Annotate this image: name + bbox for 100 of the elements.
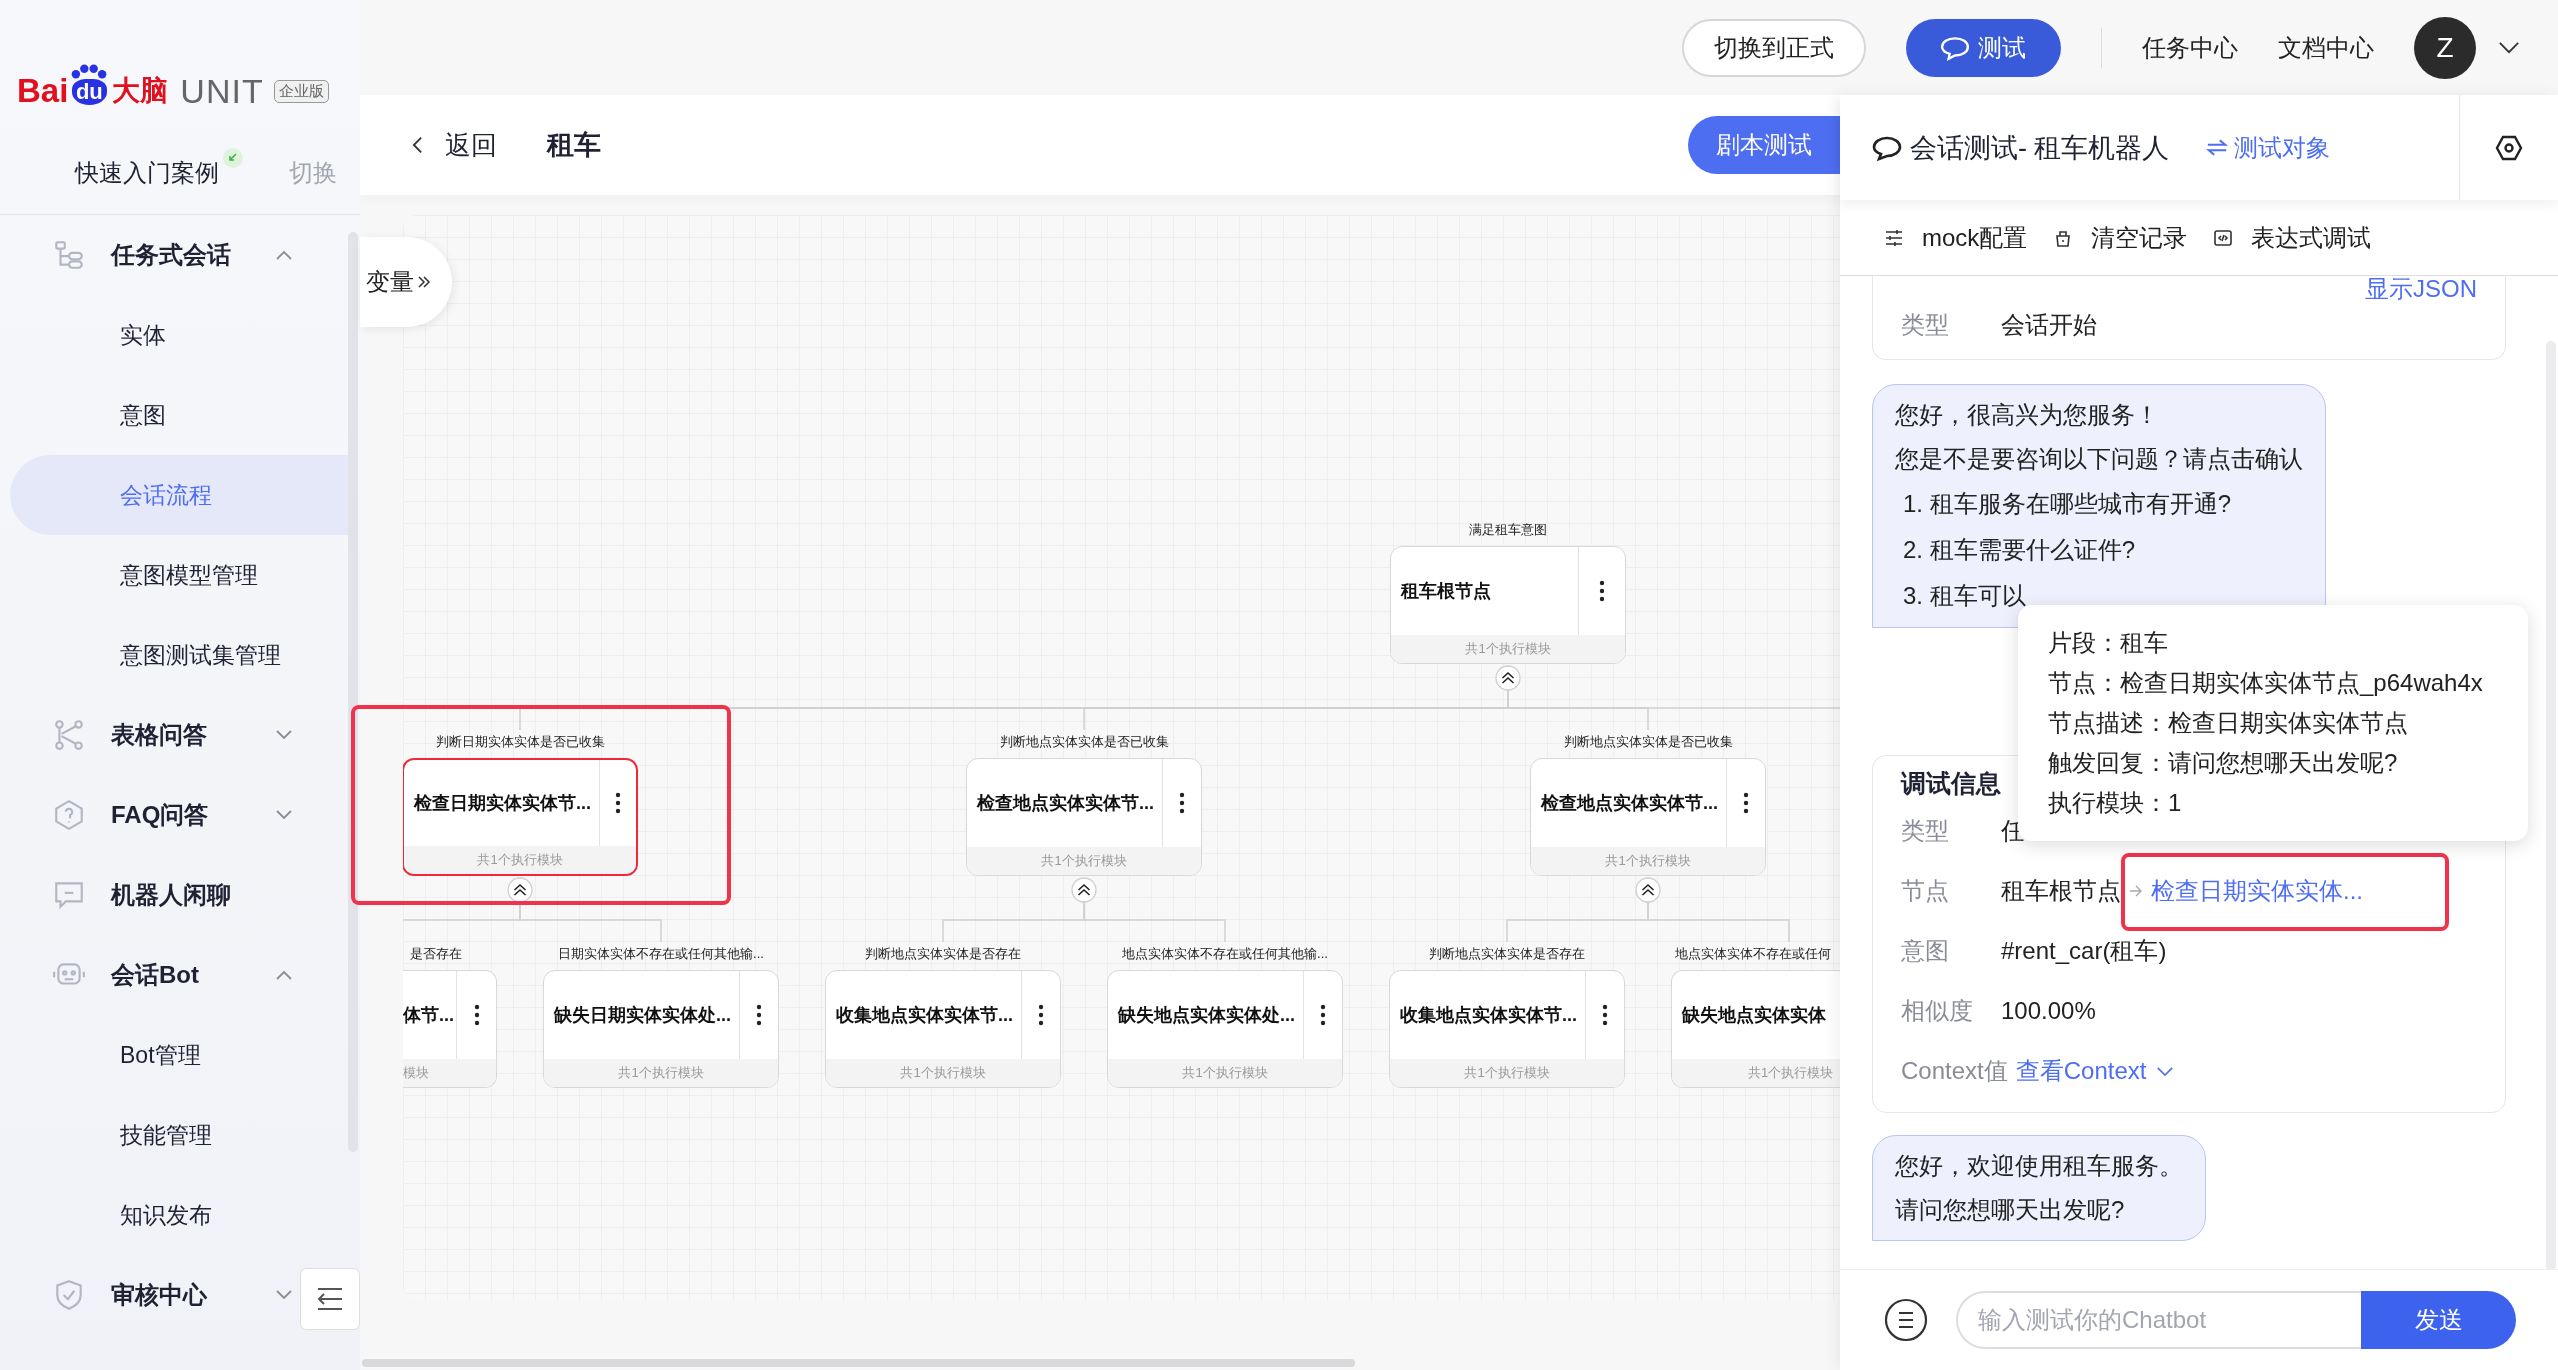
test-button[interactable]: 测试	[1905, 18, 2061, 77]
node-footer: 共1个执行模块	[826, 1059, 1060, 1087]
menu-group[interactable]: 任务式会话	[0, 215, 350, 295]
flow-node[interactable]: 缺失日期实体实体处... 共1个执行模块	[543, 970, 779, 1088]
flow-node[interactable]: 检查地点实体实体节... 共1个执行模块	[1530, 758, 1766, 876]
collapse-sidebar-button[interactable]	[300, 1268, 360, 1330]
flow-node[interactable]: 租车根节点 共1个执行模块	[1390, 546, 1626, 664]
more-icon[interactable]	[1320, 1004, 1326, 1026]
condition-label: 日期实体实体不存在或任何其他输...	[557, 945, 765, 963]
collapse-button[interactable]	[1495, 665, 1521, 691]
scrollbar[interactable]	[362, 1359, 1355, 1367]
menu-group[interactable]: 会话Bot	[0, 935, 350, 1015]
collapse-button[interactable]	[507, 877, 533, 903]
panel-title: 会话测试- 租车机器人	[1910, 131, 2170, 165]
menu-item[interactable]: 技能管理	[10, 1095, 350, 1175]
send-button[interactable]: 发送	[2361, 1291, 2516, 1349]
condition-label: 地点实体实体不存在或任何	[1675, 945, 1832, 963]
shortcut-icon	[223, 148, 243, 168]
menu-item[interactable]: 意图测试集管理	[10, 615, 350, 695]
field-label: 相似度	[1901, 996, 1974, 1026]
script-test-button[interactable]: 剧本测试	[1688, 116, 1840, 174]
node-footer: 共1个执行模块	[544, 1059, 778, 1087]
field-value: 100.00%	[2001, 997, 2096, 1025]
flow-node[interactable]: 缺失地点实体实体 共1个执行模块	[1671, 970, 1840, 1088]
menu-group[interactable]: FAQ问答	[0, 775, 350, 855]
project-name[interactable]: 快速入门案例	[75, 157, 219, 189]
more-icon[interactable]	[756, 1004, 762, 1026]
collapse-button[interactable]	[1635, 877, 1661, 903]
more-icon[interactable]	[1743, 792, 1749, 814]
node-title: 检查地点实体实体节...	[975, 792, 1155, 815]
node-title: 租车根节点	[1399, 580, 1492, 603]
condition-label: 判断地点实体实体是否已收集	[1562, 733, 1734, 751]
toolbar-button[interactable]: mock配置	[1884, 221, 2028, 254]
tooltip-text: 片段：租车	[2048, 628, 2169, 658]
user-avatar[interactable]: Z	[2414, 16, 2476, 79]
nav-link[interactable]: 任务中心	[2142, 31, 2238, 64]
suggestion-option[interactable]: 2. 租车需要什么证件?	[1895, 527, 2303, 573]
more-icon[interactable]	[1038, 1004, 1044, 1026]
node-title: 收集地点实体实体节...	[1399, 1004, 1578, 1027]
back-link[interactable]: 返回	[445, 127, 497, 163]
condition-label: 判断地点实体实体是否存在	[864, 945, 1022, 963]
caret-icon[interactable]	[2498, 41, 2520, 54]
page-title: 租车	[547, 129, 601, 162]
node-link[interactable]: 检查日期实体实体...	[2151, 877, 2363, 904]
chat-icon	[1872, 134, 1902, 161]
nav-link[interactable]: 文档中心	[2278, 31, 2374, 64]
flow-node[interactable]: 检查日期实体实体节... 共1个执行模块	[403, 758, 638, 876]
condition-label: 是否存在	[409, 945, 462, 963]
menu-item[interactable]: 实体	[10, 295, 350, 375]
back-icon[interactable]	[412, 135, 423, 155]
suggestion-option[interactable]: 1. 租车服务在哪些城市有开通?	[1895, 481, 2303, 527]
menu-group[interactable]: 机器人闲聊	[0, 855, 350, 935]
field-label: 意图	[1901, 936, 1950, 966]
node-footer: 共1个执行模块	[1108, 1059, 1342, 1087]
node-footer: 模块	[403, 1059, 496, 1087]
field-label: 节点	[1901, 876, 1950, 906]
tooltip-text: 执行模块：1	[2048, 788, 2183, 818]
menu-item[interactable]: 知识发布	[10, 1175, 350, 1255]
condition-label: 满足租车意图	[1468, 521, 1548, 539]
show-json-link[interactable]: 显示JSON	[2365, 276, 2477, 302]
flow-node[interactable]: 检查地点实体实体节... 共1个执行模块	[966, 758, 1202, 876]
field-value: 会话开始	[2001, 310, 2097, 340]
node-title: 体节...	[403, 1004, 455, 1027]
flow-node[interactable]: 收集地点实体实体节... 共1个执行模块	[1389, 970, 1625, 1088]
message-text: 您好，欢迎使用租车服务。	[1895, 1151, 2183, 1181]
card-title: 调试信息	[1901, 768, 2002, 799]
toolbar-button[interactable]: 清空记录	[2053, 221, 2188, 254]
switch-mode-button[interactable]: 切换到正式	[1681, 18, 1866, 77]
toolbar-button[interactable]: 表达式调试	[2213, 221, 2372, 254]
tooltip-text: 节点：检查日期实体实体节点_p64wah4x	[2048, 668, 2484, 698]
node-footer: 共1个执行模块	[404, 846, 636, 874]
more-icon[interactable]	[615, 792, 621, 814]
menu-item[interactable]: 意图模型管理	[10, 535, 350, 615]
node-link[interactable]: 查看Context	[2015, 1057, 2147, 1084]
condition-label: 判断地点实体实体是否已收集	[998, 733, 1170, 751]
node-footer: 共1个执行模块	[967, 847, 1201, 875]
flow-node[interactable]: 收集地点实体实体节... 共1个执行模块	[825, 970, 1061, 1088]
more-icon[interactable]	[1179, 792, 1185, 814]
chat-icon	[1940, 34, 1970, 61]
test-target-link[interactable]: 测试对象	[2205, 131, 2330, 164]
more-icon[interactable]	[1602, 1004, 1608, 1026]
flow-node[interactable]: 缺失地点实体实体处... 共1个执行模块	[1107, 970, 1343, 1088]
message-text: 您好，很高兴为您服务！	[1895, 400, 2160, 430]
field-value: #rent_car(租车)	[2001, 936, 2167, 966]
variables-tab[interactable]: 变量	[360, 237, 452, 327]
menu-group[interactable]: 表格问答	[0, 695, 350, 775]
more-icon[interactable]	[1599, 580, 1605, 602]
double-chevron-icon	[416, 274, 432, 290]
menu-item[interactable]: 会话流程	[10, 455, 350, 535]
condition-label: 判断地点实体实体是否存在	[1428, 945, 1586, 963]
menu-item[interactable]: 意图	[10, 375, 350, 455]
message-input[interactable]: 输入测试你的Chatbot	[1956, 1291, 2361, 1349]
collapse-button[interactable]	[1071, 877, 1097, 903]
more-icon[interactable]	[473, 1004, 480, 1026]
flow-node[interactable]: 体节... 模块	[403, 970, 497, 1088]
menu-item[interactable]: Bot管理	[10, 1015, 350, 1095]
arrow-icon	[2129, 884, 2143, 898]
field-label: 类型	[1901, 816, 1950, 846]
message-text: 您是不是要咨询以下问题？请点击确认	[1895, 444, 2303, 474]
scrollbar[interactable]	[348, 232, 358, 1152]
